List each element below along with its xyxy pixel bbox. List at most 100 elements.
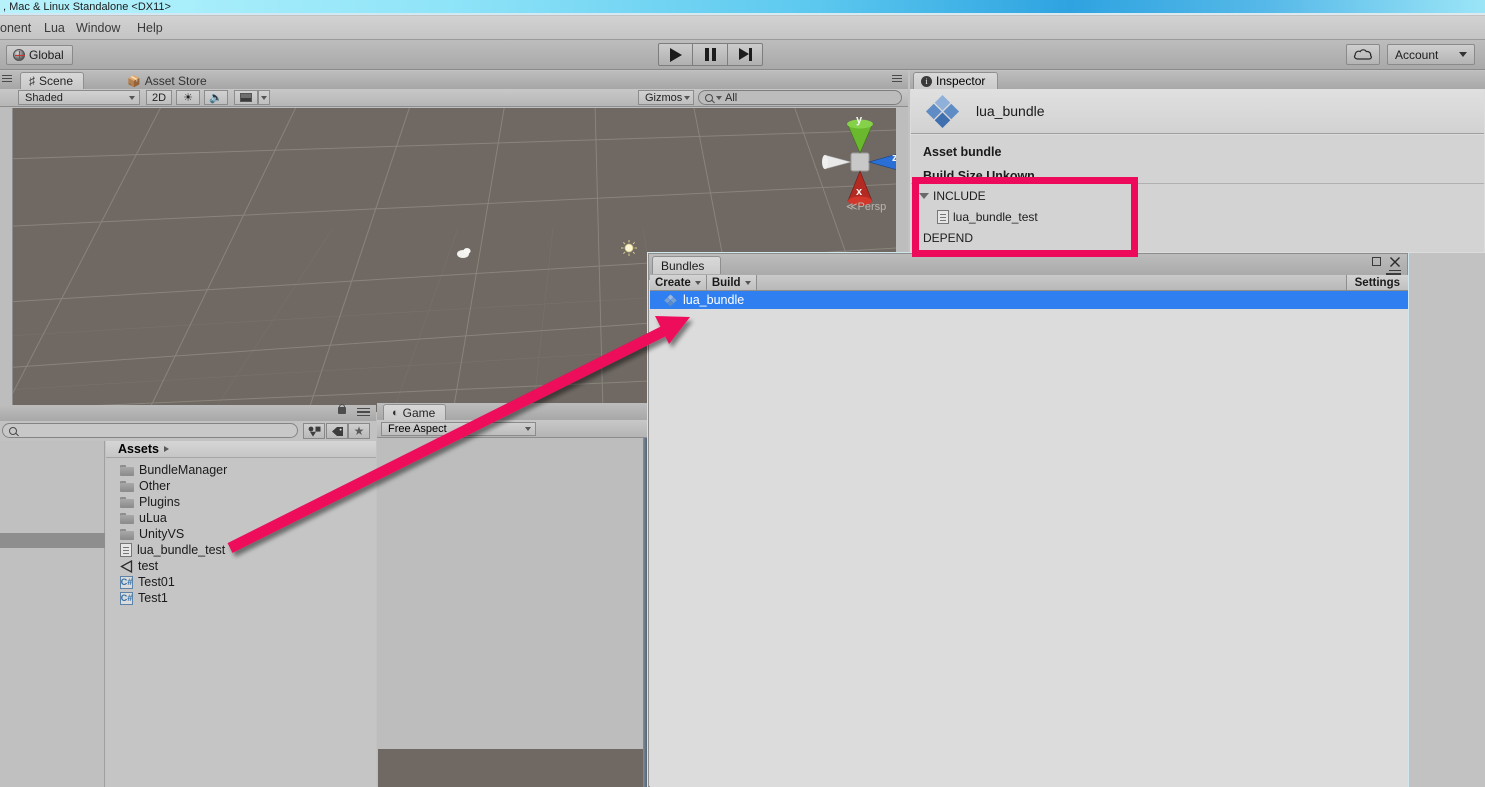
project-asset-list: Assets BundleManager Other Plugins uLua …: [106, 441, 376, 787]
filter-label-button[interactable]: [326, 423, 348, 439]
globe-icon: [13, 49, 25, 61]
asset-item-unityvs[interactable]: UnityVS: [120, 526, 184, 542]
toggle-2d-button[interactable]: 2D: [146, 90, 172, 105]
chevron-down-icon: [716, 95, 722, 100]
inspector-divider: [911, 183, 1484, 184]
tab-scene[interactable]: ♯ Scene: [20, 72, 85, 89]
asset-item-plugins[interactable]: Plugins: [120, 494, 180, 510]
text-asset-icon: [120, 543, 132, 557]
tab-asset-store[interactable]: 📦 Asset Store: [118, 72, 218, 89]
project-search-input[interactable]: [2, 423, 298, 438]
gizmos-dropdown[interactable]: Gizmos: [638, 90, 694, 105]
game-tabstrip: ◐ Game: [377, 403, 648, 421]
build-label: Build: [711, 276, 741, 289]
asset-item-test01[interactable]: C# Test01: [120, 574, 175, 590]
projection-label[interactable]: ≪Persp: [846, 200, 886, 213]
include-item-lua-bundle-test[interactable]: lua_bundle_test: [937, 210, 1038, 224]
asset-item-ulua[interactable]: uLua: [120, 510, 167, 526]
project-tree-selected-row[interactable]: [0, 533, 105, 548]
aspect-ratio-dropdown[interactable]: Free Aspect: [381, 422, 536, 436]
csharp-script-icon: C#: [120, 575, 133, 589]
inspector-panel: i Inspector lua_bundle Asset bundle Buil…: [910, 71, 1485, 253]
breadcrumb[interactable]: Assets: [106, 441, 376, 458]
chevron-down-icon: [744, 280, 751, 285]
breadcrumb-assets[interactable]: Assets: [118, 442, 159, 456]
include-foldout[interactable]: INCLUDE: [919, 189, 986, 203]
include-label: INCLUDE: [933, 189, 986, 203]
game-scrollbar[interactable]: [643, 438, 647, 787]
chevron-down-icon: [525, 427, 531, 431]
account-button[interactable]: Account: [1387, 44, 1475, 65]
settings-button[interactable]: Settings: [1345, 275, 1408, 290]
tab-game[interactable]: ◐ Game: [383, 404, 447, 421]
scene-search-input[interactable]: All: [698, 90, 902, 105]
asset-item-other[interactable]: Other: [120, 478, 170, 494]
scene-lighting-toggle[interactable]: ☀: [176, 90, 200, 105]
bundles-list[interactable]: lua_bundle: [650, 291, 1408, 787]
chevron-down-icon: [129, 95, 135, 100]
scene-effects-dropdown[interactable]: [258, 90, 270, 105]
play-button[interactable]: [658, 43, 693, 66]
project-panel-header: [0, 404, 376, 421]
inspector-build-size: Build Size Unkown: [923, 169, 1035, 183]
asset-item-bundlemanager[interactable]: BundleManager: [120, 462, 227, 478]
chevron-down-icon: [684, 95, 690, 100]
cloud-services-button[interactable]: [1346, 44, 1380, 65]
bundle-row-lua-bundle[interactable]: lua_bundle: [650, 291, 1408, 309]
menu-item-window[interactable]: Window: [76, 16, 120, 40]
menu-item-lua[interactable]: Lua: [44, 16, 65, 40]
folder-icon: [120, 512, 134, 524]
include-item-label: lua_bundle_test: [953, 210, 1038, 224]
step-button[interactable]: [728, 43, 763, 66]
chevron-down-icon: [694, 280, 701, 285]
tab-asset-store-label: Asset Store: [144, 74, 207, 88]
asset-item-lua-bundle-test[interactable]: lua_bundle_test: [120, 542, 225, 558]
project-tree-panel[interactable]: [0, 441, 105, 787]
scene-effects-button[interactable]: [234, 90, 258, 105]
main-toolbar: Global Account: [0, 40, 1485, 70]
os-title-bar: , Mac & Linux Standalone <DX11>: [0, 0, 1485, 15]
game-viewport[interactable]: [378, 438, 647, 787]
scene-tabstrip: ♯ Scene 📦 Asset Store: [0, 71, 908, 89]
game-icon: ◐: [392, 407, 399, 419]
unity-editor-window: , Mac & Linux Standalone <DX11> onent Lu…: [0, 0, 1485, 787]
panel-menu-icon[interactable]: [2, 75, 12, 84]
inspector-asset-name: lua_bundle: [976, 103, 1045, 119]
draw-mode-dropdown[interactable]: Shaded: [18, 90, 140, 105]
asset-item-test-scene[interactable]: test: [120, 558, 158, 574]
close-icon[interactable]: [1389, 256, 1401, 268]
csharp-script-icon: C#: [120, 591, 133, 605]
chevron-down-icon: [261, 95, 267, 100]
create-dropdown-button[interactable]: Create: [650, 275, 707, 290]
favorite-star-button[interactable]: ★: [348, 423, 370, 439]
filter-type-button[interactable]: [303, 423, 325, 439]
chevron-down-icon: [1459, 52, 1467, 57]
search-icon: [9, 426, 17, 435]
image-icon: [240, 93, 252, 102]
tab-inspector[interactable]: i Inspector: [913, 72, 999, 89]
asset-item-test1[interactable]: C# Test1: [120, 590, 168, 606]
scene-audio-toggle[interactable]: 🔈: [204, 90, 228, 105]
pivot-rotation-button[interactable]: Global: [6, 45, 73, 65]
menu-item-component[interactable]: onent: [0, 16, 31, 40]
game-toolbar: Free Aspect: [377, 420, 648, 438]
pause-button[interactable]: [693, 43, 728, 66]
sun-icon: ☀: [183, 92, 193, 104]
maximize-icon[interactable]: [1372, 257, 1381, 266]
asset-label: uLua: [139, 511, 167, 525]
triangle-down-icon: [919, 193, 929, 199]
depend-foldout[interactable]: DEPEND: [923, 231, 973, 245]
asset-label: Other: [139, 479, 171, 493]
build-dropdown-button[interactable]: Build: [706, 275, 757, 290]
tab-bundles[interactable]: Bundles: [652, 256, 722, 274]
bundle-row-label: lua_bundle: [683, 293, 745, 307]
menu-item-help[interactable]: Help: [137, 16, 163, 40]
scene-panel-menu-icon[interactable]: [892, 75, 902, 84]
bundles-window: Bundles Create Build Settings lua_bundle: [648, 253, 1408, 787]
project-panel-menu-icon[interactable]: [357, 408, 370, 417]
asset-label: Plugins: [139, 495, 180, 509]
play-icon: [669, 47, 682, 62]
tab-game-label: Game: [402, 406, 436, 420]
asset-label: test: [138, 559, 159, 573]
bundle-icon: [664, 294, 677, 306]
